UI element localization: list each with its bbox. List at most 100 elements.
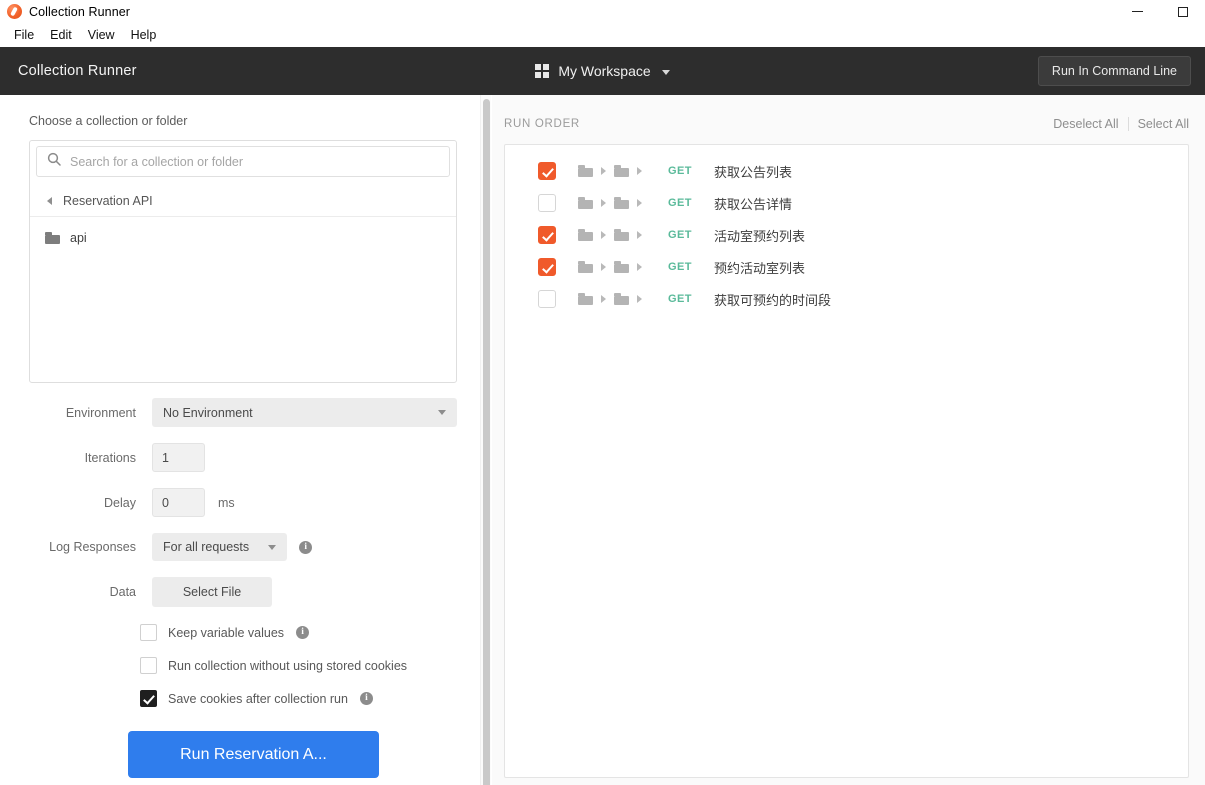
folder-icon: [578, 165, 593, 177]
minimize-button[interactable]: [1115, 0, 1160, 23]
run-order-title: RUN ORDER: [504, 118, 580, 130]
folder-icon: [578, 261, 593, 273]
window-title: Collection Runner: [29, 4, 131, 19]
save-cookies-row[interactable]: Save cookies after collection run i: [140, 690, 492, 707]
log-responses-label: Log Responses: [49, 540, 136, 554]
chevron-right-icon: [637, 231, 642, 239]
request-checkbox[interactable]: [538, 258, 556, 276]
divider: [1127, 117, 1129, 131]
request-checkbox[interactable]: [538, 290, 556, 308]
chevron-down-icon: [438, 410, 446, 415]
workspace-switcher[interactable]: My Workspace: [0, 63, 1205, 79]
keep-variable-values-checkbox[interactable]: [140, 624, 157, 641]
folder-icon: [578, 197, 593, 209]
chevron-right-icon: [637, 199, 642, 207]
search-icon: [47, 152, 61, 171]
postman-icon: [7, 4, 22, 19]
iterations-input[interactable]: [152, 443, 205, 472]
run-in-command-line-button[interactable]: Run In Command Line: [1037, 56, 1191, 86]
request-name: 获取可预约的时间段: [714, 293, 832, 309]
chevron-down-icon: [268, 544, 277, 550]
info-icon[interactable]: i: [299, 540, 313, 554]
select-all-link[interactable]: Select All: [1138, 117, 1189, 131]
search-box[interactable]: [36, 146, 450, 177]
request-path: [578, 229, 650, 241]
info-icon[interactable]: i: [296, 626, 310, 639]
chevron-right-icon: [601, 295, 606, 303]
request-checkbox[interactable]: [538, 162, 556, 180]
request-name: 获取公告列表: [714, 165, 793, 181]
table-row[interactable]: GET 获取可预约的时间段: [505, 283, 1188, 315]
request-checkbox[interactable]: [538, 194, 556, 212]
page-title: Collection Runner: [18, 63, 137, 79]
menu-view[interactable]: View: [80, 26, 123, 44]
environment-select[interactable]: No Environment: [152, 398, 457, 427]
chevron-right-icon: [637, 295, 642, 303]
folder-icon: [614, 261, 629, 273]
grid-icon: [535, 64, 550, 78]
info-icon[interactable]: i: [359, 692, 373, 705]
keep-variable-values-label: Keep variable values: [168, 625, 285, 640]
save-cookies-checkbox[interactable]: [140, 690, 157, 707]
request-name: 获取公告详情: [714, 197, 793, 213]
folder-icon: [578, 293, 593, 305]
environment-label: Environment: [65, 405, 136, 420]
request-method: GET: [668, 197, 692, 209]
folder-icon: [45, 232, 60, 244]
workspace-name: My Workspace: [558, 63, 651, 79]
chevron-right-icon: [637, 263, 642, 271]
breadcrumb[interactable]: Reservation API: [30, 185, 456, 217]
run-settings-form: Environment No Environment Iterations De…: [29, 398, 492, 778]
request-path: [578, 261, 650, 273]
search-input[interactable]: [70, 154, 439, 169]
folder-icon: [614, 165, 629, 177]
iterations-label: Iterations: [84, 450, 136, 465]
table-row[interactable]: GET 活动室预约列表: [505, 219, 1188, 251]
delay-unit: ms: [218, 495, 235, 510]
folder-icon: [614, 229, 629, 241]
collection-folder-item[interactable]: api: [30, 223, 456, 253]
chevron-left-icon: [47, 196, 52, 205]
no-stored-cookies-label: Run collection without using stored cook…: [168, 658, 408, 673]
menu-help[interactable]: Help: [123, 26, 165, 44]
table-row[interactable]: GET 获取公告详情: [505, 187, 1188, 219]
no-stored-cookies-checkbox[interactable]: [140, 657, 157, 674]
table-row[interactable]: GET 预约活动室列表: [505, 251, 1188, 283]
delay-input[interactable]: [152, 488, 205, 517]
menu-edit[interactable]: Edit: [42, 26, 80, 44]
delay-label: Delay: [104, 495, 136, 510]
maximize-icon: [1177, 6, 1188, 17]
run-collection-button[interactable]: Run Reservation A...: [128, 731, 379, 778]
maximize-button[interactable]: [1160, 0, 1205, 23]
request-method: GET: [668, 165, 692, 177]
choose-collection-label: Choose a collection or folder: [29, 114, 188, 128]
data-label: Data: [109, 585, 136, 599]
folder-icon: [614, 293, 629, 305]
table-row[interactable]: GET 获取公告列表: [505, 155, 1188, 187]
request-path: [578, 197, 650, 209]
body: Choose a collection or folder Reservatio…: [0, 95, 1205, 785]
request-method: GET: [668, 293, 692, 305]
environment-value: No Environment: [163, 405, 253, 420]
no-stored-cookies-row[interactable]: Run collection without using stored cook…: [140, 657, 492, 674]
run-order-list: GET 获取公告列表 GET 获取公告详情 GET 活动室预约列表 GET 预约…: [504, 144, 1189, 778]
left-pane-scrollbar[interactable]: [480, 95, 491, 785]
select-file-button[interactable]: Select File: [152, 577, 272, 607]
menu-file[interactable]: File: [6, 26, 42, 44]
deselect-all-link[interactable]: Deselect All: [1053, 117, 1118, 131]
app-header: Collection Runner My Workspace Run In Co…: [0, 47, 1205, 95]
run-order-header: RUN ORDER Deselect All Select All: [492, 113, 1205, 135]
scrollbar-thumb[interactable]: [483, 99, 490, 785]
log-responses-select[interactable]: For all requests: [152, 533, 288, 561]
request-name: 预约活动室列表: [714, 261, 806, 277]
chevron-down-icon: [661, 69, 670, 75]
window-controls: [1115, 0, 1205, 23]
request-checkbox[interactable]: [538, 226, 556, 244]
folder-icon: [578, 229, 593, 241]
log-responses-value: For all requests: [163, 540, 250, 554]
collection-picker: Reservation API api: [29, 140, 457, 383]
chevron-right-icon: [601, 231, 606, 239]
save-cookies-label: Save cookies after collection run: [168, 691, 348, 706]
keep-variable-values-row[interactable]: Keep variable values i: [140, 624, 492, 641]
request-path: [578, 165, 650, 177]
